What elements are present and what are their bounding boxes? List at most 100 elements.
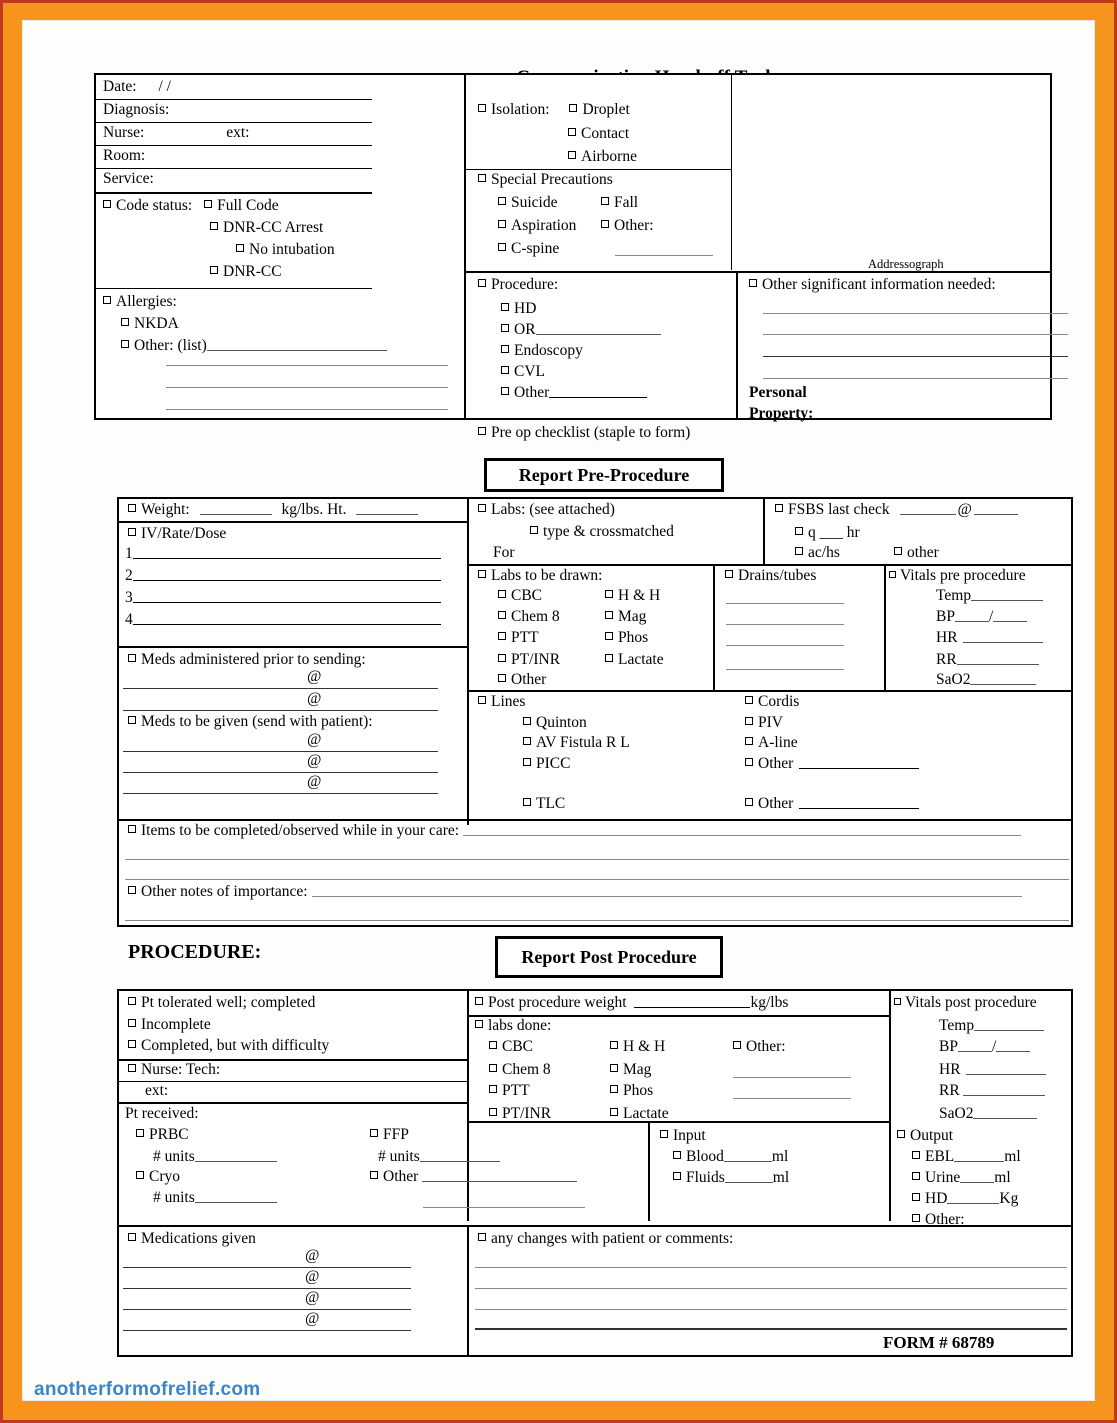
vitals-pre-sao2[interactable]: SaO2 (936, 671, 1037, 689)
other-info-row[interactable]: Other significant information needed: (749, 276, 996, 294)
post-lactate-checkbox[interactable] (610, 1108, 618, 1116)
output-checkbox[interactable] (897, 1130, 905, 1138)
allergies-line-2[interactable] (166, 387, 448, 388)
field-service[interactable]: Service: (103, 170, 154, 188)
meds-given-line-3[interactable] (123, 793, 438, 794)
items-to-complete-row[interactable]: Items to be completed/observed while in … (128, 822, 1022, 840)
post-ptt-checkbox[interactable] (489, 1085, 497, 1093)
special-precautions-checkbox[interactable] (478, 174, 486, 182)
input-fluids-row[interactable]: Fluids ml (673, 1169, 789, 1187)
nurse-tech-checkbox[interactable] (128, 1064, 136, 1072)
dnr-cc-arrest-row[interactable]: DNR-CC Arrest (210, 219, 323, 237)
input-blood-row[interactable]: Blood ml (673, 1148, 788, 1166)
meds-prior-row[interactable]: Meds administered prior to sending: (128, 651, 366, 669)
post-weight-row[interactable]: Post procedure weight kg/lbs (475, 994, 788, 1012)
meds-given-row[interactable]: Meds to be given (send with patient): (128, 713, 373, 731)
output-other-checkbox[interactable] (912, 1214, 920, 1222)
post-cbc-row[interactable]: CBC (489, 1038, 533, 1056)
meds-prior-line-2[interactable] (123, 710, 438, 711)
blood-checkbox[interactable] (673, 1151, 681, 1159)
vitals-post-sao2[interactable]: SaO2 (939, 1105, 1038, 1123)
post-ptinr-checkbox[interactable] (489, 1108, 497, 1116)
no-intubation-checkbox[interactable] (236, 244, 244, 252)
lab-mag-row[interactable]: Mag (605, 608, 646, 626)
line-other-row-2[interactable]: Other (745, 795, 920, 813)
items-to-complete-checkbox[interactable] (128, 825, 136, 833)
cryo-units-row[interactable]: # units (153, 1189, 277, 1207)
drains-line-3[interactable] (726, 645, 844, 646)
preop-checklist-row[interactable]: Pre op checklist (staple to form) (478, 424, 690, 442)
post-ptt-row[interactable]: PTT (489, 1082, 530, 1100)
items-line-3[interactable] (125, 879, 1069, 880)
procedure-or-row[interactable]: OR (501, 321, 661, 339)
phos-checkbox[interactable] (605, 632, 613, 640)
lines-row[interactable]: Lines (478, 693, 525, 711)
other-info-line-2[interactable] (763, 334, 1068, 335)
iv-row-4[interactable]: 4 (125, 611, 441, 629)
drains-row[interactable]: Drains/tubes (725, 567, 816, 585)
allergies-row[interactable]: Allergies: (103, 293, 177, 311)
field-date[interactable]: Date: / / (103, 78, 171, 96)
output-row[interactable]: Output (897, 1127, 953, 1145)
hd-checkbox[interactable] (501, 303, 509, 311)
post-hh-checkbox[interactable] (610, 1041, 618, 1049)
iv-row-3[interactable]: 3 (125, 589, 441, 607)
other-info-line-1[interactable] (763, 313, 1068, 314)
nurse-tech-ext-row[interactable]: ext: (145, 1082, 168, 1100)
vitals-pre-row[interactable]: Vitals pre procedure (889, 567, 1026, 585)
procedure-endoscopy-row[interactable]: Endoscopy (501, 342, 583, 360)
allergies-line-1[interactable] (166, 365, 448, 366)
labs-done-other-line-1[interactable] (733, 1077, 851, 1078)
procedure-other-checkbox[interactable] (501, 387, 509, 395)
suicide-checkbox[interactable] (498, 197, 506, 205)
procedure-hd-row[interactable]: HD (501, 300, 536, 318)
fsbs-other-checkbox[interactable] (894, 547, 902, 555)
cryo-row[interactable]: Cryo (136, 1168, 180, 1186)
labs-done-other-checkbox[interactable] (733, 1041, 741, 1049)
fsbs-achs-row[interactable]: ac/hs (795, 544, 840, 562)
output-urine-row[interactable]: Urine ml (912, 1169, 1011, 1187)
aspiration-checkbox[interactable] (498, 220, 506, 228)
quinton-checkbox[interactable] (523, 717, 531, 725)
labs-attached-checkbox[interactable] (478, 504, 486, 512)
post-mag-row[interactable]: Mag (610, 1061, 651, 1079)
completed-difficulty-row[interactable]: Completed, but with difficulty (128, 1037, 329, 1055)
procedure-checkbox[interactable] (478, 279, 486, 287)
av-fistula-checkbox[interactable] (523, 737, 531, 745)
changes-row[interactable]: any changes with patient or comments: (478, 1230, 733, 1248)
procedure-row[interactable]: Procedure: (478, 276, 558, 294)
aline-checkbox[interactable] (745, 737, 753, 745)
output-hd-checkbox[interactable] (912, 1193, 920, 1201)
labs-done-other-row[interactable]: Other: (733, 1038, 786, 1056)
vitals-pre-bp[interactable]: BP / (936, 608, 1028, 626)
precaution-other-checkbox[interactable] (601, 220, 609, 228)
mag-checkbox[interactable] (605, 611, 613, 619)
c-spine-row[interactable]: C-spine (498, 240, 559, 258)
or-checkbox[interactable] (501, 324, 509, 332)
iv-rate-dose-row[interactable]: IV/Rate/Dose (128, 525, 226, 543)
crossmatch-checkbox[interactable] (530, 526, 538, 534)
isolation-checkbox[interactable] (478, 104, 486, 112)
line-other-checkbox-1[interactable] (745, 758, 753, 766)
lab-other-row[interactable]: Other (498, 671, 546, 689)
vitals-post-bp[interactable]: BP / (939, 1038, 1031, 1056)
nkda-checkbox[interactable] (121, 318, 129, 326)
tlc-checkbox[interactable] (523, 798, 531, 806)
iv-row-1[interactable]: 1 (125, 545, 441, 563)
ptt-checkbox[interactable] (498, 632, 506, 640)
meds-prior-line-1[interactable] (123, 688, 438, 689)
labs-to-draw-checkbox[interactable] (478, 570, 486, 578)
ffp-units-row[interactable]: # units (378, 1148, 500, 1166)
vitals-post-checkbox[interactable] (894, 998, 901, 1005)
aspiration-row[interactable]: Aspiration (498, 217, 576, 235)
fsbs-other-row[interactable]: other (894, 544, 939, 562)
vitals-post-rr[interactable]: RR (939, 1082, 1045, 1100)
lab-cbc-row[interactable]: CBC (498, 587, 542, 605)
labs-attached-row[interactable]: Labs: (see attached) (478, 501, 615, 519)
incomplete-row[interactable]: Incomplete (128, 1016, 211, 1034)
pt-received-other-row[interactable]: Other (370, 1168, 578, 1186)
nurse-tech-row[interactable]: Nurse: Tech: (128, 1061, 220, 1079)
meds-prior-checkbox[interactable] (128, 654, 136, 662)
field-room[interactable]: Room: (103, 147, 145, 165)
weight-checkbox[interactable] (128, 504, 136, 512)
